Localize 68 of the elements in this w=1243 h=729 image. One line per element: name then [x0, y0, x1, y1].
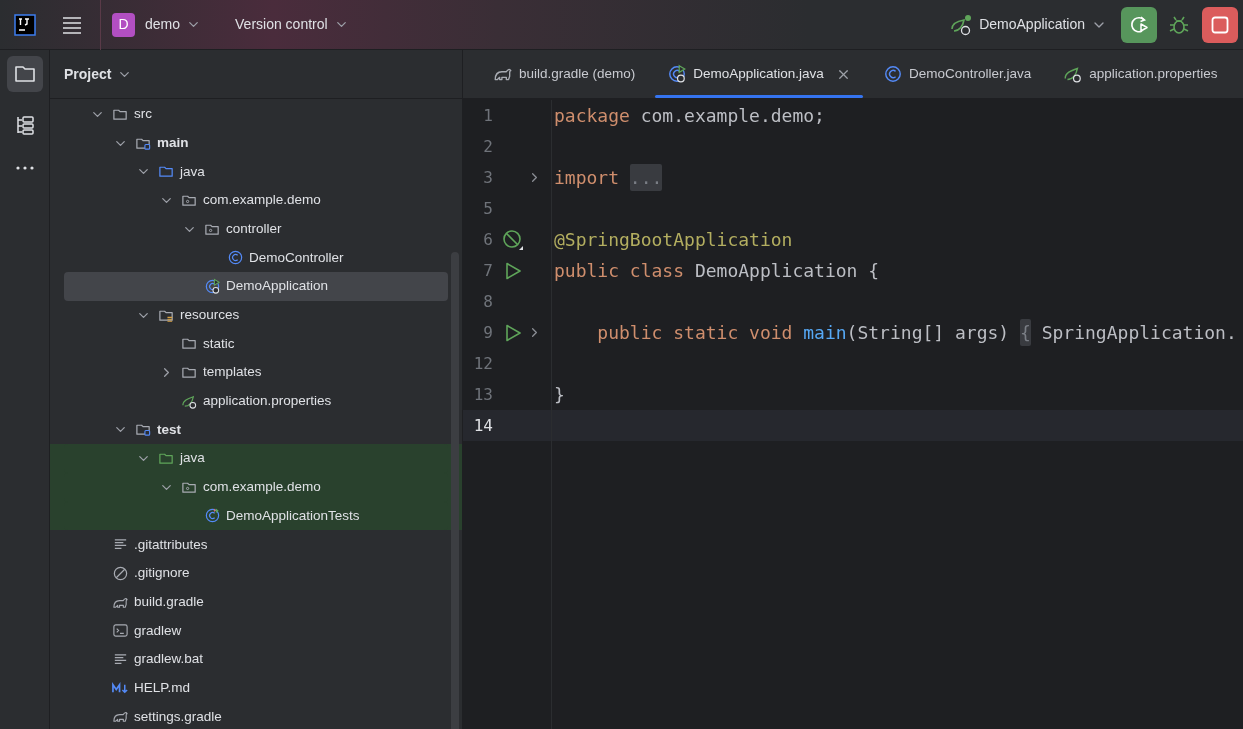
line-number: 7	[482, 259, 493, 282]
run-icon[interactable]	[503, 322, 523, 343]
editor-tab[interactable]: build.gradle (demo)	[477, 50, 652, 98]
line-number: 13	[472, 383, 493, 406]
class-icon	[204, 507, 221, 525]
run-configuration-dropdown[interactable]: DemoApplication	[949, 12, 1107, 37]
tree-item[interactable]: com.example.demo	[64, 186, 448, 215]
editor-tab[interactable]: DemoController.java	[866, 50, 1048, 98]
annotation: @SpringBootApplication	[554, 228, 793, 252]
keyword: public class	[554, 259, 685, 283]
tree-item[interactable]: build.gradle	[64, 587, 448, 617]
line-number: 12	[472, 352, 493, 375]
tree-item[interactable]: DemoApplication	[64, 272, 448, 301]
tree-item[interactable]: templates	[64, 358, 448, 387]
leaf-icon	[949, 12, 974, 37]
line-number: 3	[482, 166, 493, 189]
tree-item[interactable]: static	[64, 329, 448, 359]
no-entry-icon[interactable]	[502, 228, 524, 251]
class-icon	[667, 64, 688, 84]
keyword: package	[554, 104, 630, 128]
class-icon	[227, 249, 244, 267]
tree-item[interactable]: resources	[64, 300, 448, 330]
folder-icon[interactable]	[6, 56, 43, 92]
code-text: SpringApplication.	[1040, 321, 1237, 345]
line-number: 9	[482, 321, 493, 344]
class-icon	[204, 277, 221, 295]
version-control-dropdown[interactable]: Version control	[235, 14, 349, 35]
tree-item[interactable]: test	[64, 415, 448, 445]
code-text: DemoApplication {	[693, 259, 880, 283]
tree-item[interactable]: application.properties	[64, 386, 448, 416]
run-icon[interactable]	[503, 260, 523, 281]
line-number: 6	[482, 228, 493, 251]
keyword: public static void	[596, 321, 793, 345]
line-number: 1	[482, 104, 493, 127]
tree-item[interactable]: DemoController	[64, 243, 448, 273]
line-number: 2	[482, 135, 493, 158]
stop-icon	[1211, 15, 1229, 34]
tree-item[interactable]: gradlew.bat	[64, 645, 448, 674]
no-entry-icon	[112, 564, 129, 582]
code-text: com.example.demo;	[639, 104, 825, 128]
editor-tab[interactable]: DemoApplication.java	[651, 50, 867, 98]
editor-tab[interactable]: application.properties	[1047, 50, 1234, 98]
keyword: import	[554, 166, 620, 190]
rerun-icon	[1128, 13, 1150, 36]
tree-item[interactable]: HELP.md	[64, 673, 448, 703]
tree-item[interactable]: .gitattributes	[64, 530, 448, 559]
project-switcher[interactable]: demo	[145, 14, 202, 35]
code-text: }	[554, 383, 565, 407]
line-number: 8	[482, 290, 493, 313]
menu-icon[interactable]	[62, 15, 82, 34]
code-text: (String[] args)	[846, 321, 1010, 345]
tree-item[interactable]: main	[64, 128, 448, 158]
tree-item[interactable]: settings.gradle	[64, 702, 448, 729]
rerun-button[interactable]	[1121, 6, 1157, 43]
project-badge: D	[112, 12, 135, 37]
stop-button[interactable]	[1202, 6, 1238, 43]
method-name: main	[802, 321, 847, 345]
line-number: 14	[472, 414, 493, 437]
tree-item[interactable]: gradlew	[64, 616, 448, 646]
tree-item[interactable]: controller	[64, 214, 448, 244]
app-logo-icon	[14, 13, 36, 36]
line-number: 5	[482, 197, 493, 220]
class-icon	[882, 64, 903, 84]
tree-item[interactable]: src	[64, 100, 448, 129]
terminal-icon	[112, 622, 129, 640]
tree-item[interactable]: java	[64, 157, 448, 187]
project-view-dropdown[interactable]: Project	[64, 63, 133, 85]
tree-item[interactable]: .gitignore	[64, 559, 448, 588]
